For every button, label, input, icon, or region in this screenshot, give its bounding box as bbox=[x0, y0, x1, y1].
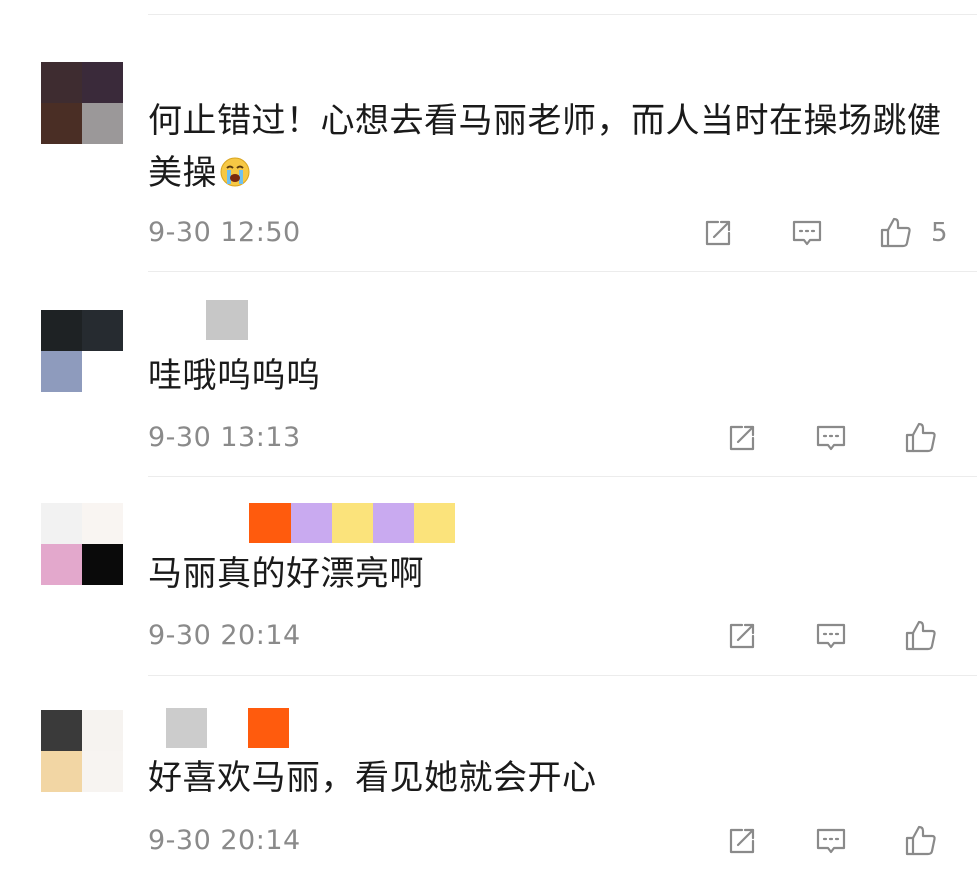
comment-button[interactable] bbox=[811, 821, 851, 861]
comment-text: 何止错过！心想去看马丽老师，而人当时在操场跳健美操 bbox=[148, 95, 948, 199]
like-count: 5 bbox=[931, 218, 948, 248]
avatar[interactable] bbox=[41, 503, 123, 585]
comment-button[interactable] bbox=[811, 418, 851, 458]
avatar[interactable] bbox=[41, 710, 123, 792]
divider bbox=[148, 476, 977, 477]
share-icon bbox=[729, 828, 755, 854]
comment-button[interactable] bbox=[811, 616, 851, 656]
divider bbox=[148, 271, 977, 272]
nickname-gap bbox=[207, 708, 248, 748]
comment-text: 好喜欢马丽，看见她就会开心 bbox=[148, 758, 597, 798]
thumbs-up-icon bbox=[905, 825, 936, 856]
comment-time: 9-30 20:14 bbox=[148, 825, 301, 856]
comment-time: 9-30 12:50 bbox=[148, 217, 301, 248]
nickname[interactable] bbox=[206, 300, 248, 340]
nickname-block bbox=[249, 503, 291, 543]
comment-icon bbox=[816, 828, 846, 854]
comment-text: 哇哦呜呜呜 bbox=[148, 356, 321, 396]
comment-time: 9-30 13:13 bbox=[148, 422, 301, 453]
avatar-pixel bbox=[82, 310, 123, 351]
avatar-pixel bbox=[41, 310, 82, 351]
top-divider bbox=[148, 14, 977, 15]
avatar-pixel bbox=[41, 710, 82, 751]
thumbs-up-icon bbox=[905, 422, 936, 453]
comment-icon bbox=[816, 425, 846, 451]
like-button[interactable] bbox=[901, 616, 941, 656]
comment-icon bbox=[816, 623, 846, 649]
nickname[interactable] bbox=[166, 708, 289, 748]
divider bbox=[148, 675, 977, 676]
comment-time: 9-30 20:14 bbox=[148, 620, 301, 651]
avatar-pixel bbox=[41, 544, 82, 585]
share-icon bbox=[705, 220, 731, 246]
avatar-pixel bbox=[41, 751, 82, 792]
like-button[interactable] bbox=[901, 821, 941, 861]
nickname-block bbox=[206, 300, 248, 340]
avatar-pixel bbox=[82, 503, 123, 544]
nickname-block bbox=[291, 503, 332, 543]
share-icon bbox=[729, 425, 755, 451]
avatar-pixel bbox=[41, 503, 82, 544]
avatar-pixel bbox=[41, 62, 82, 103]
share-button[interactable] bbox=[698, 213, 738, 253]
nickname-block bbox=[248, 708, 289, 748]
crying-emoji-icon bbox=[220, 157, 250, 187]
like-button[interactable] bbox=[876, 213, 916, 253]
avatar-pixel bbox=[82, 62, 123, 103]
avatar-pixel bbox=[82, 751, 123, 792]
comment-button[interactable] bbox=[787, 213, 827, 253]
avatar-pixel bbox=[82, 351, 123, 392]
nickname-block bbox=[332, 503, 373, 543]
thumbs-up-icon bbox=[905, 620, 936, 651]
nickname[interactable] bbox=[249, 503, 455, 543]
comment-text-content: 何止错过！心想去看马丽老师，而人当时在操场跳健美操 bbox=[148, 101, 942, 193]
nickname-block bbox=[166, 708, 207, 748]
like-button[interactable] bbox=[901, 418, 941, 458]
nickname-block bbox=[414, 503, 455, 543]
avatar[interactable] bbox=[41, 310, 123, 392]
thumbs-up-icon bbox=[880, 217, 911, 248]
avatar-pixel bbox=[41, 351, 82, 392]
share-button[interactable] bbox=[722, 418, 762, 458]
avatar-pixel bbox=[41, 103, 82, 144]
avatar-pixel bbox=[82, 103, 123, 144]
avatar-pixel bbox=[82, 710, 123, 751]
share-button[interactable] bbox=[722, 616, 762, 656]
share-button[interactable] bbox=[722, 821, 762, 861]
comment-icon bbox=[792, 220, 822, 246]
avatar-pixel bbox=[82, 544, 123, 585]
comment-text: 马丽真的好漂亮啊 bbox=[148, 554, 424, 594]
avatar[interactable] bbox=[41, 62, 123, 144]
share-icon bbox=[729, 623, 755, 649]
nickname-block bbox=[373, 503, 414, 543]
